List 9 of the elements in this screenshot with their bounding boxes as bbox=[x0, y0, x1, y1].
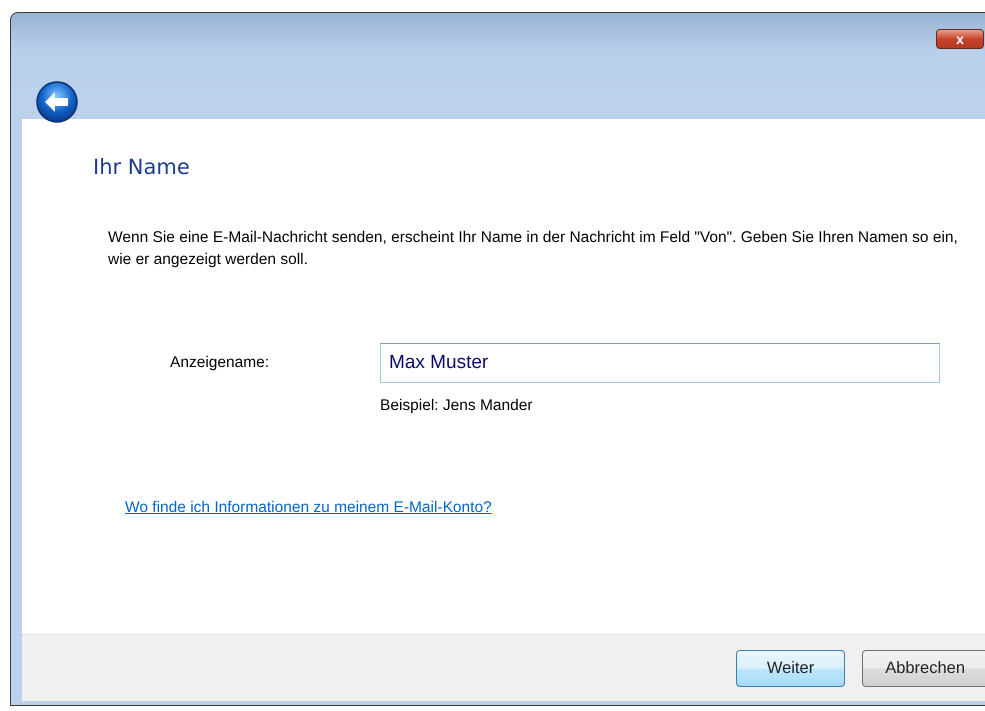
description-text: Wenn Sie eine E-Mail-Nachricht senden, erscheint Ihr Name in der Nachricht im Feld "Von". Geben Sie Ihren Namen so ein, wie er angezeigt werden soll. bbox=[108, 228, 959, 270]
next-button[interactable]: Weiter bbox=[736, 650, 846, 686]
page-heading: Ihr Name bbox=[93, 155, 191, 179]
cancel-button[interactable]: Abbrechen bbox=[862, 650, 985, 686]
help-link[interactable]: Wo finde ich Informationen zu meinem E-Mail-Konto? bbox=[125, 499, 492, 517]
close-button[interactable]: x bbox=[936, 29, 984, 49]
display-name-field[interactable]: Max Muster bbox=[380, 343, 940, 383]
example-text: Beispiel: Jens Mander bbox=[380, 397, 532, 415]
display-name-label: Anzeigename: bbox=[169, 354, 270, 372]
